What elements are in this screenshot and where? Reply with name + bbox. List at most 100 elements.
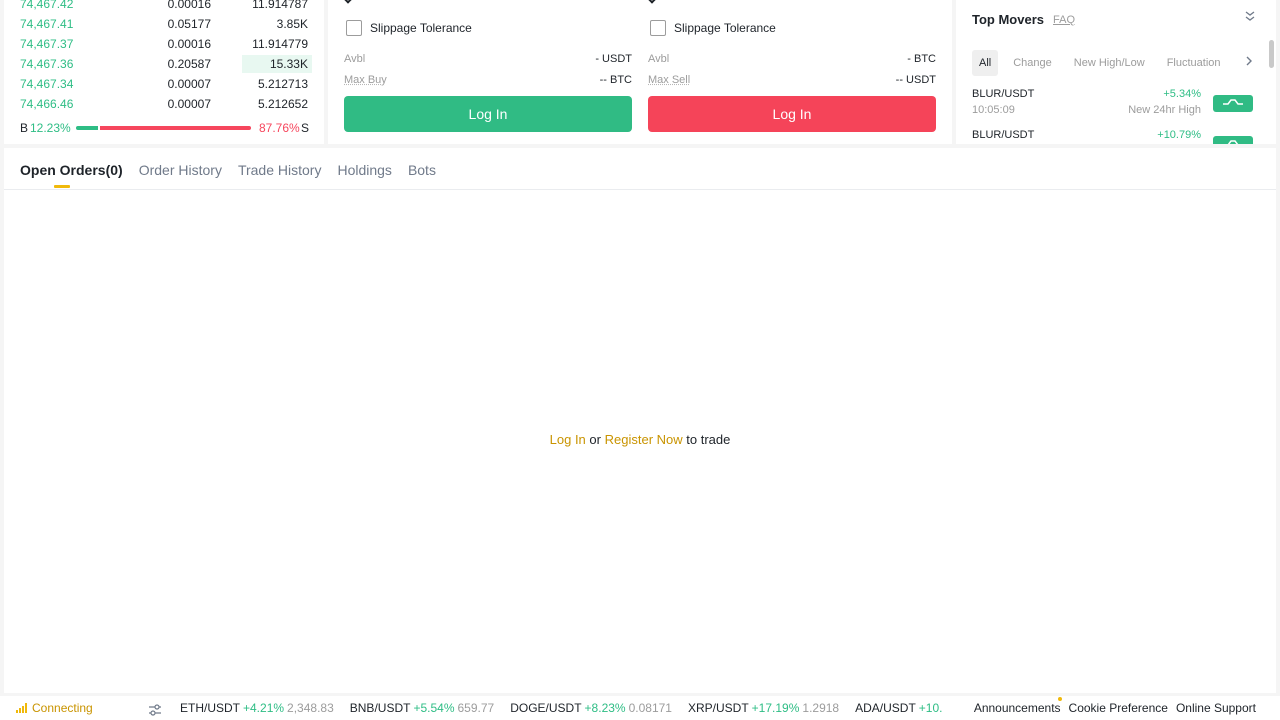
faq-link[interactable]: FAQ [1053,14,1075,26]
buy-slippage-toggle[interactable]: Slippage Tolerance [346,18,472,38]
tab-holdings[interactable]: Holdings [337,160,391,180]
sell-ratio-bar [100,126,251,130]
buy-available-row: Avbl - USDT [344,51,632,67]
row-price: 74,467.37 [20,37,74,51]
tab-all[interactable]: All [972,50,999,76]
row-total: 5.212713 [257,77,308,91]
status-bar: Connecting ETH/USDT +4.21% 2,348.83 BNB/USD… [0,696,1280,720]
order-book-row[interactable]: 74,466.46 0.00007 5.212652 [4,94,324,114]
sell-form: Slippage Tolerance Avbl - BTC Max Sell -… [646,0,936,144]
trend-up-icon [1213,95,1253,112]
ticker-pair: ADA/USDT [855,701,916,715]
trade-form-panel: Slippage Tolerance Avbl - USDT Max Buy -… [328,0,952,144]
ticker-change: +5.54% [413,701,455,715]
link-cookie-preference[interactable]: Cookie Preference [1069,696,1168,720]
sell-login-button[interactable]: Log In [648,96,936,132]
orders-panel: Open Orders(0) Order History Trade History… [4,148,1276,693]
row-price: 74,467.42 [20,0,74,11]
mover-change: +10.79% [1157,129,1201,141]
mover-pair: BLUR/USDT [972,88,1035,100]
tab-trade-history[interactable]: Trade History [238,160,322,180]
ticker-item[interactable]: ADA/USDT+10.60% [855,696,942,720]
slider-thumb-icon[interactable] [646,0,658,4]
top-movers-panel: Top Movers FAQ All Change New High/Low Fluc… [956,0,1276,144]
max-buy-row: Max Buy -- BTC [344,72,632,88]
order-book-panel: 74,467.42 0.00016 11.914787 74,467.41 0.0517… [4,0,324,144]
ticker-price: 0.08171 [628,701,672,715]
or-text: or [589,432,601,447]
order-book-row[interactable]: 74,467.36 0.20587 15.33K [4,54,324,74]
slider-thumb-icon[interactable] [342,0,354,4]
order-book-row[interactable]: 74,467.41 0.05177 3.85K [4,14,324,34]
avbl-value: - USDT [595,53,632,65]
row-quantity: 0.20587 [167,57,211,71]
link-announcements[interactable]: Announcements [974,696,1061,720]
ticker-item[interactable]: BNB/USDT +5.54% 659.77 [350,696,494,720]
buy-sell-ratio: B 12.23% 87.76% S [20,118,320,138]
buy-label: B [20,121,29,135]
checkbox-icon[interactable] [650,20,666,36]
max-sell-row: Max Sell -- USDT [648,72,936,88]
ticker-item[interactable]: ETH/USDT +4.21% 2,348.83 [180,696,334,720]
mover-item[interactable]: BLUR/USDT 10:05:09 +5.34% New 24hr High [972,88,1257,122]
link-online-support[interactable]: Online Support [1176,696,1256,720]
sliders-icon[interactable] [148,701,162,716]
buy-form: Slippage Tolerance Avbl - USDT Max Buy -… [342,0,632,144]
order-book-row[interactable]: 74,467.42 0.00016 11.914787 [4,0,324,14]
buy-login-button[interactable]: Log In [344,96,632,132]
tab-order-history[interactable]: Order History [139,160,222,180]
row-total: 15.33K [269,57,308,71]
price-ticker: ETH/USDT +4.21% 2,348.83 BNB/USDT +5.54% 659.… [180,696,942,720]
tab-open-orders-0[interactable]: Open Orders(0) [20,160,123,180]
register-link[interactable]: Register Now [605,432,683,447]
slippage-label: Slippage Tolerance [674,21,776,35]
tab-change[interactable]: Change [1006,50,1059,76]
tab-fluctuation[interactable]: Fluctuation [1160,50,1228,76]
ticker-pair: XRP/USDT [687,701,749,715]
row-total: 5.212652 [257,97,308,111]
row-quantity: 0.00007 [167,77,211,91]
to-trade-text: to trade [686,432,731,447]
checkbox-icon[interactable] [346,20,362,36]
mover-item[interactable]: BLUR/USDT +10.79% [972,129,1257,144]
sell-percent: 87.76% [259,121,300,135]
max-sell-value: -- USDT [895,74,936,86]
ticker-pair: ETH/USDT [180,701,240,715]
row-total: 3.85K [276,17,308,31]
ticker-item[interactable]: XRP/USDT +17.19% 1.2918 [688,696,839,720]
row-quantity: 0.00016 [167,37,211,51]
active-tab-indicator [54,185,70,188]
login-link[interactable]: Log In [550,432,586,447]
order-book-row[interactable]: 74,467.34 0.00007 5.212713 [4,74,324,94]
sell-available-row: Avbl - BTC [648,51,936,67]
tab-bots[interactable]: Bots [408,160,436,180]
collapse-icon[interactable] [1244,10,1256,25]
row-total: 11.914787 [252,0,308,11]
avbl-label: Avbl [344,53,366,65]
avbl-value: - BTC [907,53,936,65]
ticker-change: +4.21% [243,701,285,715]
max-sell-label[interactable]: Max Sell [648,72,690,88]
mover-event: New 24hr High [1128,104,1201,116]
ticker-change: +8.23% [584,701,626,715]
top-movers-title: Top Movers [972,12,1044,27]
row-total: 11.914779 [252,37,308,51]
footer-links: Announcements Cookie Preference Online Sup… [966,696,1256,720]
max-buy-label[interactable]: Max Buy [344,72,387,88]
orders-tabs: Open Orders(0) Order History Trade History… [20,160,452,180]
sell-label: S [301,121,310,135]
row-price: 74,467.34 [20,77,74,91]
ticker-item[interactable]: DOGE/USDT +8.23% 0.08171 [510,696,672,720]
trend-up-icon [1213,136,1253,144]
ticker-price: 2,348.83 [287,701,334,715]
order-book-row[interactable]: 74,467.37 0.00016 11.914779 [4,34,324,54]
chevron-right-icon[interactable] [1244,55,1254,70]
mover-pair: BLUR/USDT [972,129,1035,141]
tab-new-high-low[interactable]: New High/Low [1067,50,1152,76]
connection-status: Connecting [16,696,93,720]
slippage-label: Slippage Tolerance [370,21,472,35]
row-quantity: 0.05177 [167,17,211,31]
row-quantity: 0.00016 [167,0,211,11]
sell-slippage-toggle[interactable]: Slippage Tolerance [650,18,776,38]
scrollbar[interactable] [1269,40,1274,68]
